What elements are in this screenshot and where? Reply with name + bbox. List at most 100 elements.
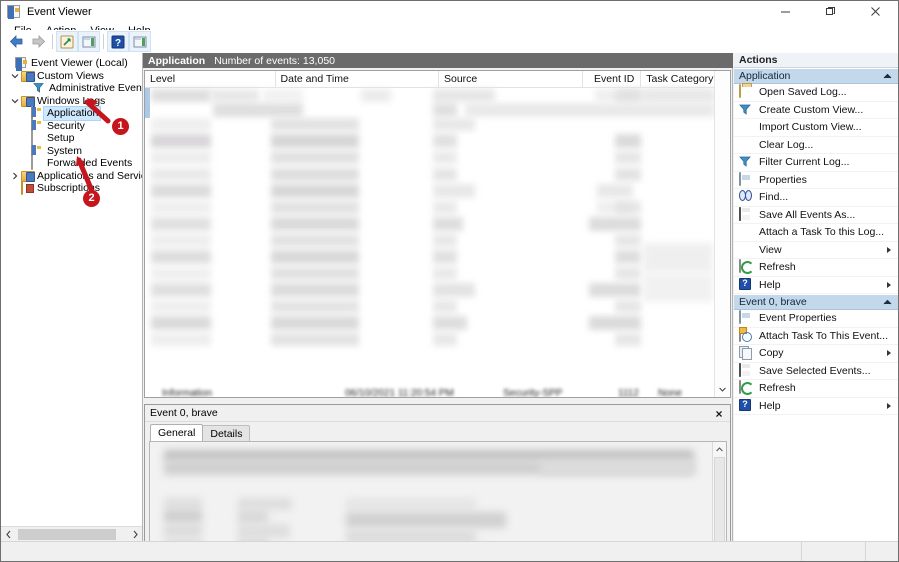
properties-button[interactable]	[129, 31, 151, 52]
action-properties[interactable]: Properties	[734, 172, 898, 190]
chevron-left-icon[interactable]	[1, 527, 16, 542]
no-icon	[739, 243, 753, 257]
redacted-text	[164, 510, 202, 523]
action-attach-task-to-this-event[interactable]: Attach Task To This Event...	[734, 328, 898, 346]
action-save-selected-events[interactable]: Save Selected Events...	[734, 363, 898, 381]
tree-item-label: Setup	[44, 132, 74, 145]
close-icon[interactable]: ×	[712, 407, 726, 420]
scrollbar-track[interactable]	[16, 527, 128, 542]
action-help[interactable]: ? Help	[734, 277, 898, 295]
column-header-date-and-time[interactable]: Date and Time	[276, 71, 439, 87]
tree-item-label: Forwarded Events	[44, 157, 132, 170]
row-task-category: None	[658, 388, 682, 398]
tree-item-label: Windows Logs	[34, 95, 105, 108]
actions-pane: Actions Application Open Saved Log... Cr…	[734, 53, 898, 542]
action-import-custom-view[interactable]: Import Custom View...	[734, 119, 898, 137]
events-list-rows[interactable]: Information 06/10/2021 11:20:54 PM Secur…	[145, 88, 730, 398]
events-list-vertical-scrollbar[interactable]	[714, 71, 730, 397]
actions-group-application[interactable]: Application	[734, 68, 898, 84]
tree-item-subscriptions[interactable]: Subscriptions	[1, 182, 142, 195]
log-icon	[31, 120, 44, 132]
close-button[interactable]	[853, 1, 898, 22]
submenu-arrow-icon	[887, 350, 891, 356]
redacted-cell	[271, 184, 359, 198]
chevron-right-icon[interactable]	[128, 527, 143, 542]
maximize-button[interactable]	[808, 1, 853, 22]
tab-details[interactable]: Details	[202, 425, 250, 441]
action-save-all-events-as[interactable]: Save All Events As...	[734, 207, 898, 225]
window-controls	[763, 1, 898, 22]
tree-item-event-viewer-local[interactable]: Event Viewer (Local)	[1, 57, 142, 70]
redacted-cell	[615, 168, 641, 181]
redacted-cell	[151, 234, 211, 247]
status-bar-main	[1, 542, 802, 561]
folder-log-icon	[21, 95, 34, 107]
chevron-up-icon[interactable]	[713, 442, 726, 457]
sidebar-item-forwarded-events[interactable]: Forwarded Events	[1, 157, 142, 170]
action-refresh[interactable]: Refresh	[734, 259, 898, 277]
redacted-cell	[151, 333, 211, 346]
action-clear-log[interactable]: Clear Log...	[734, 137, 898, 155]
action-find[interactable]: Find...	[734, 189, 898, 207]
redacted-text	[238, 524, 290, 538]
back-button[interactable]	[5, 31, 27, 52]
redacted-cell	[465, 103, 715, 117]
chevron-right-icon[interactable]	[9, 172, 21, 180]
event-detail-title-bar: Event 0, brave ×	[145, 405, 730, 422]
tree-item-administrative-events[interactable]: Administrative Events	[1, 82, 142, 95]
show-hide-console-tree-button[interactable]	[56, 31, 78, 52]
help-button[interactable]: ?	[107, 31, 129, 52]
copy-icon	[739, 346, 753, 360]
column-header-event-id[interactable]: Event ID	[583, 71, 641, 87]
chevron-down-icon[interactable]	[9, 97, 21, 105]
events-list-partial-row[interactable]: Information 06/10/2021 11:20:54 PM Secur…	[148, 388, 719, 398]
column-header-source[interactable]: Source	[439, 71, 584, 87]
scrollbar-thumb[interactable]	[18, 529, 116, 540]
action-copy[interactable]: Copy	[734, 345, 898, 363]
action-label: Find...	[759, 191, 788, 203]
redacted-text	[346, 512, 506, 528]
selected-row-indicator	[145, 88, 150, 118]
no-icon	[739, 138, 753, 152]
sidebar-item-system[interactable]: System	[1, 145, 142, 158]
action-help-event[interactable]: ? Help	[734, 398, 898, 416]
collapse-up-icon[interactable]	[883, 72, 892, 81]
minimize-button[interactable]	[763, 1, 808, 22]
action-view[interactable]: View	[734, 242, 898, 260]
show-hide-action-pane-button[interactable]	[78, 31, 100, 52]
action-attach-task-to-this-log[interactable]: Attach a Task To this Log...	[734, 224, 898, 242]
actions-group-event[interactable]: Event 0, brave	[734, 294, 898, 310]
redacted-cell	[211, 89, 259, 102]
log-icon	[31, 145, 44, 157]
tree-item-windows-logs[interactable]: Windows Logs	[1, 95, 142, 108]
arrow-left-icon	[9, 35, 24, 48]
event-detail-title: Event 0, brave	[150, 407, 218, 419]
chevron-down-icon[interactable]	[715, 382, 730, 397]
redacted-cell	[615, 333, 641, 346]
action-filter-current-log[interactable]: Filter Current Log...	[734, 154, 898, 172]
properties-icon	[739, 311, 753, 325]
console-tree-icon	[60, 35, 75, 49]
redacted-cell	[271, 234, 359, 247]
forward-button[interactable]	[27, 31, 49, 52]
collapse-up-icon[interactable]	[883, 298, 892, 307]
redacted-cell	[615, 267, 641, 280]
action-open-saved-log[interactable]: Open Saved Log...	[734, 84, 898, 102]
status-bar-cell-2	[802, 542, 866, 561]
redacted-cell	[271, 333, 359, 346]
annotation-badge-2: 2	[83, 190, 100, 207]
tab-general[interactable]: General	[150, 424, 203, 441]
action-refresh-event[interactable]: Refresh	[734, 380, 898, 398]
column-header-level[interactable]: Level	[145, 71, 276, 87]
action-label: Help	[759, 279, 781, 291]
chevron-down-icon[interactable]	[9, 72, 21, 80]
events-list[interactable]: Level Date and Time Source Event ID Task…	[144, 70, 731, 398]
action-event-properties[interactable]: Event Properties	[734, 310, 898, 328]
redacted-cell	[151, 283, 211, 297]
column-header-task-category[interactable]: Task Category	[641, 71, 714, 87]
redacted-cell	[615, 234, 641, 247]
center-pane: Application Number of events: 13,050 Lev…	[143, 53, 733, 542]
action-create-custom-view[interactable]: Create Custom View...	[734, 102, 898, 120]
tree-horizontal-scrollbar[interactable]	[1, 526, 143, 542]
tree-item-custom-views[interactable]: Custom Views	[1, 70, 142, 83]
